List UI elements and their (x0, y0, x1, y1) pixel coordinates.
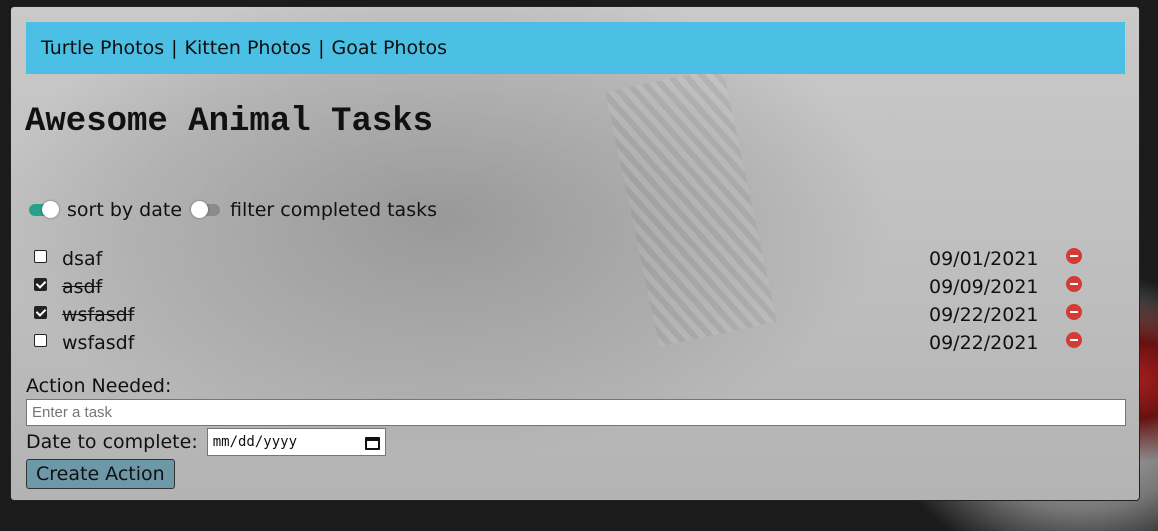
task-item: asdf 09/09/2021 (33, 273, 1093, 301)
filter-completed-label: filter completed tasks (230, 199, 437, 221)
date-input-placeholder: mm/dd/yyyy (212, 434, 298, 450)
page-title: Awesome Animal Tasks (25, 103, 434, 141)
task-name: wsfasdf (62, 332, 135, 354)
task-item: wsfasdf 09/22/2021 (33, 329, 1093, 357)
toggle-knob (42, 201, 59, 218)
task-input[interactable] (26, 399, 1126, 426)
task-name: asdf (62, 276, 103, 298)
nav-separator: | (171, 37, 178, 59)
date-to-complete-label: Date to complete: (26, 431, 198, 453)
sort-by-date-label: sort by date (67, 199, 183, 221)
remove-icon[interactable] (1066, 248, 1082, 264)
remove-icon[interactable] (1066, 332, 1082, 348)
task-name: wsfasdf (62, 304, 135, 326)
create-action-button[interactable]: Create Action (26, 459, 175, 489)
date-row: Date to complete: mm/dd/yyyy (26, 427, 1126, 457)
filter-completed-toggle[interactable] (191, 201, 221, 218)
nav-link-kitten-photos[interactable]: Kitten Photos (185, 37, 312, 59)
nav-separator: | (318, 37, 325, 59)
calendar-icon[interactable] (364, 435, 380, 450)
task-date: 09/01/2021 (929, 248, 1039, 270)
top-nav: Turtle Photos | Kitten Photos | Goat Pho… (26, 22, 1125, 74)
remove-icon[interactable] (1066, 276, 1082, 292)
task-date: 09/22/2021 (929, 332, 1039, 354)
task-item: wsfasdf 09/22/2021 (33, 301, 1093, 329)
task-date: 09/22/2021 (929, 304, 1039, 326)
toggle-row: sort by date filter completed tasks (29, 199, 447, 221)
sort-by-date-toggle[interactable] (29, 201, 59, 218)
date-input[interactable]: mm/dd/yyyy (206, 428, 386, 456)
action-needed-label: Action Needed: (26, 375, 172, 397)
task-checkbox[interactable] (34, 277, 47, 291)
nav-link-goat-photos[interactable]: Goat Photos (331, 37, 447, 59)
task-name: dsaf (62, 248, 103, 270)
task-date: 09/09/2021 (929, 276, 1039, 298)
nav-link-turtle-photos[interactable]: Turtle Photos (41, 37, 164, 59)
remove-icon[interactable] (1066, 304, 1082, 320)
task-checkbox[interactable] (34, 249, 47, 263)
task-checkbox[interactable] (34, 333, 47, 347)
task-item: dsaf 09/01/2021 (33, 245, 1093, 273)
app-card: Turtle Photos | Kitten Photos | Goat Pho… (10, 6, 1140, 501)
toggle-knob (191, 201, 209, 218)
task-list: dsaf 09/01/2021 asdf 09/09/2021 wsfasdf … (33, 245, 1093, 357)
task-checkbox[interactable] (34, 305, 47, 319)
create-action-form: Action Needed: Date to complete: mm/dd/y… (26, 373, 1126, 489)
